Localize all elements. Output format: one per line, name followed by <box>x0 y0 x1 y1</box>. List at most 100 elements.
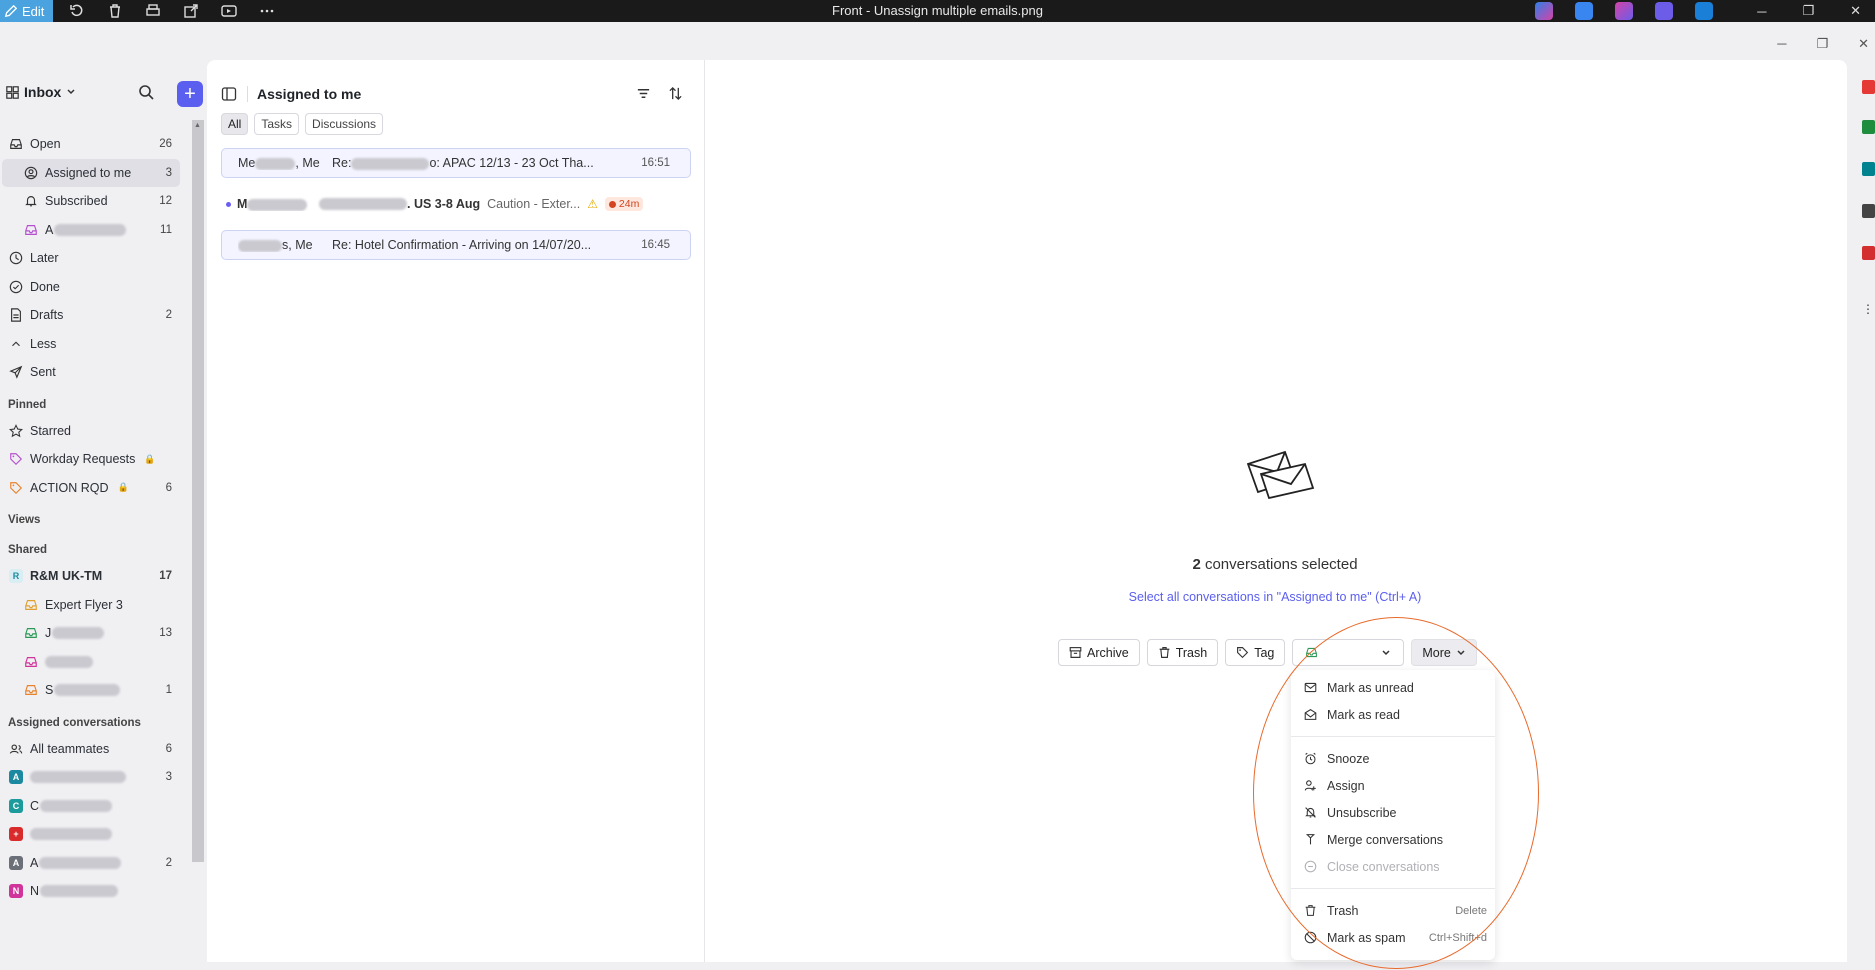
menu-item-snooze[interactable]: Snooze <box>1291 745 1495 772</box>
sidebar-item-subscribed[interactable]: Subscribed 12 <box>0 187 192 216</box>
menu-item-mark-unread[interactable]: Mark as unread <box>1291 674 1495 701</box>
sidebar-item-action-rqd[interactable]: ACTION RQD 🔒 6 <box>0 474 192 503</box>
share-icon[interactable] <box>183 3 199 19</box>
sort-icon[interactable] <box>668 86 683 101</box>
conversation-row[interactable]: s, Me Re: Hotel Confirmation - Arriving … <box>221 230 691 260</box>
envelope-icon <box>1304 682 1317 693</box>
sidebar-item-teammate[interactable]: N N <box>0 877 192 906</box>
sidebar-item-count: 26 <box>159 138 172 151</box>
sidebar-item-sent[interactable]: Sent <box>0 358 192 387</box>
shortcut-hint: Delete <box>1455 904 1487 917</box>
select-all-link[interactable]: Select all conversations in "Assigned to… <box>1080 590 1470 604</box>
contacts-app-icon[interactable] <box>1862 162 1875 176</box>
sidebar-item-redacted-inbox[interactable]: A 11 <box>0 216 192 245</box>
sidebar-item-less[interactable]: Less <box>0 330 192 359</box>
more-button[interactable]: More <box>1411 639 1477 666</box>
menu-item-label: Snooze <box>1327 751 1370 766</box>
conversation-row[interactable]: Me, Me Re: o: APAC 12/13 - 23 Oct Tha... … <box>221 148 691 178</box>
sidebar-item-label: Later <box>30 251 59 266</box>
users-icon <box>9 744 23 754</box>
print-icon[interactable] <box>145 3 161 19</box>
sidebar-item-later[interactable]: Later <box>0 244 192 273</box>
sidebar-item-label: J <box>45 626 52 641</box>
window-controls: ─ ❐ ✕ <box>1757 0 1861 22</box>
designer-icon[interactable] <box>1575 2 1593 20</box>
inbox-icon <box>25 656 37 667</box>
clipchamp-icon[interactable] <box>1655 2 1673 20</box>
onedrive-off-icon[interactable] <box>1695 2 1713 20</box>
sheets-app-icon[interactable] <box>1862 120 1875 134</box>
sidebar-item-label: ACTION RQD <box>30 480 109 495</box>
sidebar-item-teammate[interactable]: A 3 <box>0 763 192 792</box>
inbox-switcher[interactable]: Inbox <box>6 84 76 100</box>
apps-grid-icon[interactable]: ⋮⋮ <box>1862 302 1875 316</box>
scroll-up-icon[interactable]: ▲ <box>194 122 201 129</box>
filter-icon[interactable] <box>636 86 651 101</box>
sidebar-item-teammate[interactable]: A A 2 <box>0 849 192 878</box>
move-inbox-select[interactable] <box>1292 639 1405 666</box>
pdf-app-icon[interactable] <box>1862 246 1875 260</box>
sidebar-item-redacted-s[interactable]: S 1 <box>0 676 192 705</box>
sidebar-item-teammate[interactable]: + <box>0 820 192 849</box>
sidebar-item-redacted[interactable] <box>0 648 192 677</box>
sidebar-item-label: All teammates <box>30 741 110 756</box>
tag-button[interactable]: Tag <box>1225 639 1286 666</box>
sidebar-item-workday-requests[interactable]: Workday Requests 🔒 <box>0 445 192 474</box>
loop-icon[interactable] <box>1615 2 1633 20</box>
redacted-text <box>30 771 126 784</box>
inbox-icon <box>25 599 37 610</box>
rotate-icon[interactable] <box>69 3 85 19</box>
views-header: Views <box>8 514 41 526</box>
sidebar-scrollbar[interactable] <box>192 120 204 862</box>
lock-icon: 🔒 <box>144 453 156 464</box>
tab-tasks[interactable]: Tasks <box>254 113 300 135</box>
sidebar-item-drafts[interactable]: Drafts 2 <box>0 301 192 330</box>
sidebar-item-teammate[interactable]: C C <box>0 792 192 821</box>
sidebar-item-starred[interactable]: Starred <box>0 417 192 446</box>
sidebar-item-open[interactable]: Open 26 <box>0 130 192 159</box>
calendar-app-icon[interactable] <box>1862 80 1875 94</box>
inbox-icon <box>25 224 37 235</box>
sidebar-item-done[interactable]: Done <box>0 273 192 302</box>
sidebar-item-redacted-j[interactable]: J 13 <box>0 619 192 648</box>
sidebar-toggle-icon[interactable] <box>221 86 237 102</box>
star-icon <box>9 423 23 438</box>
menu-item-mark-read[interactable]: Mark as read <box>1291 701 1495 728</box>
tab-discussions[interactable]: Discussions <box>305 113 384 135</box>
sidebar-item-rm-uk-tm[interactable]: R R&M UK-TM 17 <box>0 562 192 591</box>
edit-button[interactable]: Edit <box>0 0 54 22</box>
tab-all[interactable]: All <box>221 113 249 135</box>
sidebar-item-expert-flyer[interactable]: Expert Flyer 3 <box>0 591 192 620</box>
check-circle-icon <box>9 280 23 294</box>
app-minimize-icon[interactable]: ─ <box>1777 36 1786 52</box>
sidebar-item-count: 12 <box>159 195 172 208</box>
sidebar-item-label: A <box>30 855 39 870</box>
conversation-row[interactable]: M . US 3-8 Aug Caution - Exter... ⚠ 24m <box>221 189 691 219</box>
sidebar-item-assigned-to-me[interactable]: Assigned to me 3 <box>2 158 180 187</box>
copilot-icon[interactable] <box>1535 2 1553 20</box>
menu-item-unsubscribe[interactable]: Unsubscribe <box>1291 799 1495 826</box>
redacted-text <box>54 223 127 236</box>
close-icon[interactable]: ✕ <box>1850 3 1861 19</box>
slideshow-icon[interactable] <box>221 3 238 19</box>
trash-button[interactable]: Trash <box>1146 639 1219 666</box>
app-restore-icon[interactable]: ❐ <box>1816 36 1828 52</box>
restore-icon[interactable]: ❐ <box>1802 3 1814 19</box>
delete-icon[interactable] <box>107 3 123 19</box>
archive-button[interactable]: Archive <box>1058 639 1140 666</box>
menu-item-merge[interactable]: Merge conversations <box>1291 826 1495 853</box>
sidebar-item-label: A <box>45 222 54 237</box>
shared-header: Shared <box>8 544 47 556</box>
menu-item-assign[interactable]: Assign <box>1291 772 1495 799</box>
menu-item-trash[interactable]: Trash Delete <box>1291 897 1495 924</box>
minimize-icon[interactable]: ─ <box>1757 4 1766 19</box>
sidebar-item-all-teammates[interactable]: All teammates 6 <box>0 735 192 764</box>
menu-item-mark-spam[interactable]: Mark as spam Ctrl+Shift+d <box>1291 924 1495 951</box>
warning-icon: ⚠ <box>587 196 598 211</box>
keyboard-app-icon[interactable] <box>1862 204 1875 218</box>
compose-button[interactable]: + <box>177 81 203 107</box>
search-icon[interactable] <box>138 84 154 100</box>
more-horizontal-icon[interactable] <box>259 3 275 19</box>
sidebar-header: Inbox + <box>6 78 203 107</box>
app-close-icon[interactable]: ✕ <box>1858 36 1869 52</box>
